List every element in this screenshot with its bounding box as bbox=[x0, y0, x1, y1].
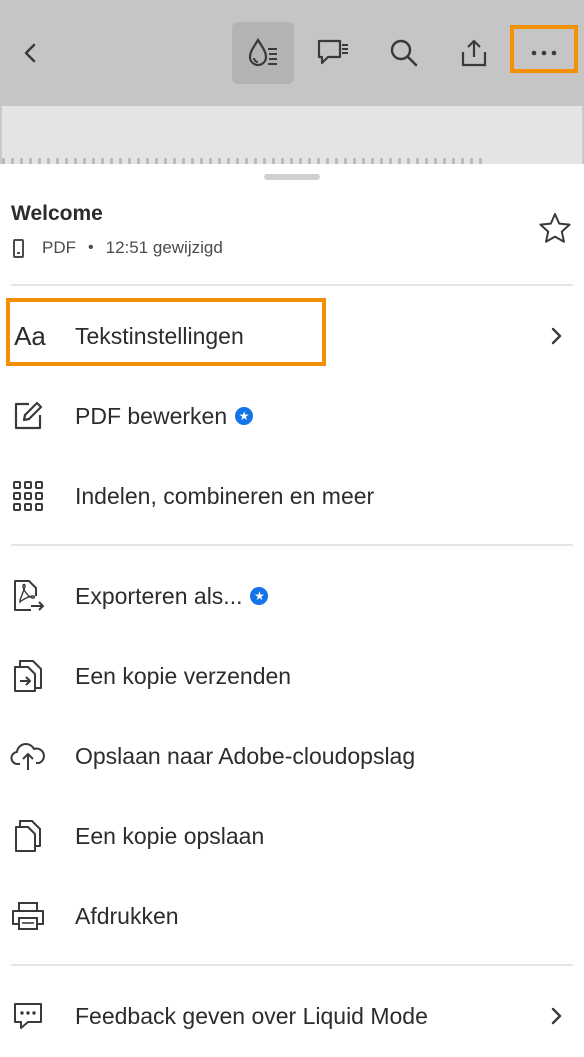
device-icon bbox=[13, 238, 24, 258]
menu-item-cloud-save[interactable]: Opslaan naar Adobe-cloudopslag bbox=[0, 716, 584, 796]
save-copy-icon bbox=[10, 818, 46, 854]
chevron-right-icon bbox=[551, 1007, 562, 1025]
menu-item-print[interactable]: Afdrukken bbox=[0, 876, 584, 956]
menu-item-organize[interactable]: Indelen, combineren en meer bbox=[0, 456, 584, 536]
divider bbox=[11, 544, 573, 546]
menu-item-send-copy[interactable]: Een kopie verzenden bbox=[0, 636, 584, 716]
favorite-button[interactable] bbox=[538, 212, 572, 249]
liquid-mode-icon bbox=[248, 37, 277, 67]
feedback-icon bbox=[10, 998, 46, 1034]
divider bbox=[11, 964, 573, 966]
premium-star-icon: ★ bbox=[250, 586, 269, 605]
back-icon bbox=[24, 43, 36, 63]
text-settings-highlight bbox=[6, 298, 326, 366]
export-pdf-icon bbox=[10, 578, 46, 614]
cloud-upload-icon bbox=[10, 738, 46, 774]
sheet-grabber[interactable] bbox=[264, 174, 320, 180]
menu-item-label: Opslaan naar Adobe-cloudopslag bbox=[75, 743, 416, 769]
menu-item-export[interactable]: Exporteren als... ★ bbox=[0, 556, 584, 636]
more-button-highlight bbox=[510, 25, 578, 73]
menu-item-save-copy[interactable]: Een kopie opslaan bbox=[0, 796, 584, 876]
star-icon bbox=[539, 213, 571, 243]
modified-time: 12:51 gewijzigd bbox=[105, 238, 223, 257]
menu-item-label: Een kopie opslaan bbox=[75, 823, 265, 849]
liquid-mode-button[interactable] bbox=[232, 22, 294, 84]
search-button[interactable] bbox=[373, 22, 435, 84]
print-icon bbox=[10, 898, 46, 934]
edit-pdf-icon bbox=[10, 398, 46, 434]
back-button[interactable] bbox=[0, 22, 62, 84]
file-type: PDF bbox=[42, 238, 76, 257]
menu-item-label: Indelen, combineren en meer bbox=[75, 483, 375, 509]
document-title: Welcome bbox=[11, 202, 103, 225]
share-button[interactable] bbox=[443, 22, 505, 84]
document-meta: PDF • 12:51 gewijzigd bbox=[13, 236, 223, 260]
top-toolbar bbox=[0, 0, 584, 106]
menu-item-label: Exporteren als... bbox=[75, 583, 243, 609]
chevron-right-icon bbox=[551, 327, 562, 345]
divider bbox=[11, 284, 573, 286]
meta-separator: • bbox=[88, 239, 94, 256]
premium-star-icon: ★ bbox=[235, 406, 254, 425]
comment-icon bbox=[317, 39, 348, 65]
grid-icon bbox=[10, 478, 46, 514]
menu-item-feedback[interactable]: Feedback geven over Liquid Mode bbox=[0, 976, 584, 1056]
menu-item-label: Afdrukken bbox=[75, 903, 179, 929]
menu-item-label: PDF bewerken bbox=[75, 403, 228, 429]
menu-item-label: Feedback geven over Liquid Mode bbox=[75, 1003, 428, 1029]
comment-button[interactable] bbox=[302, 22, 364, 84]
share-icon bbox=[461, 39, 487, 67]
menu-item-edit-pdf[interactable]: PDF bewerken ★ bbox=[0, 376, 584, 456]
send-copy-icon bbox=[10, 658, 46, 694]
menu-item-label: Een kopie verzenden bbox=[75, 663, 292, 689]
document-preview bbox=[0, 106, 584, 164]
search-icon bbox=[390, 39, 418, 67]
